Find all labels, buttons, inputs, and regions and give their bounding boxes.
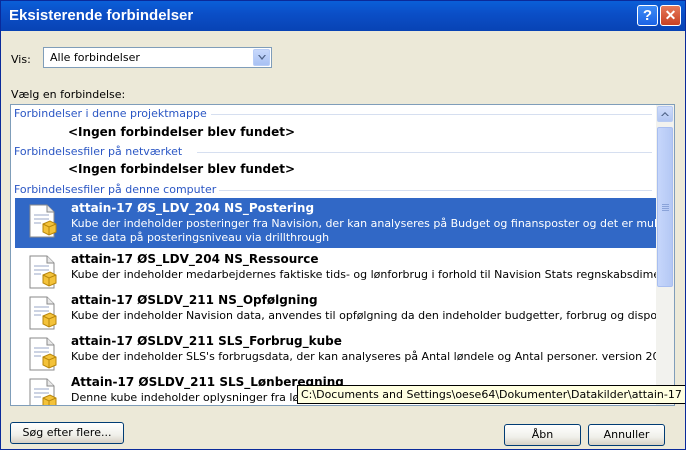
help-icon: ? [642, 7, 653, 24]
close-button[interactable]: ✕ [660, 5, 681, 26]
group-divider [219, 190, 652, 191]
cube-file-icon [29, 255, 57, 289]
path-tooltip: C:\Documents and Settings\oese64\Dokumen… [297, 385, 685, 404]
chevron-down-icon [258, 55, 266, 60]
group-header-workbook: Forbindelser i denne projektmappe [14, 107, 207, 120]
group-divider [211, 114, 652, 115]
connection-item[interactable]: attain-17 ØSLDV_211 SLS_Forbrug_kube Kub… [15, 331, 656, 371]
help-button[interactable]: ? [637, 5, 658, 26]
empty-message-workbook: <Ingen forbindelser blev fundet> [68, 125, 296, 139]
choose-connection-label: Vælg en forbindelse: [11, 88, 126, 101]
connection-name: attain-17 ØS_LDV_204 NS_Ressource [71, 252, 319, 266]
search-more-button[interactable]: Søg efter flere... [10, 422, 124, 444]
empty-message-network: <Ingen forbindelser blev fundet> [68, 162, 296, 176]
connection-description: Kube der indeholder Navision data, anven… [71, 309, 656, 322]
cube-file-icon [29, 337, 57, 371]
title-bar[interactable]: Eksisterende forbindelser ? ✕ [1, 1, 685, 31]
connection-item[interactable]: attain-17 ØS_LDV_204 NS_Ressource Kube d… [15, 249, 656, 289]
connection-description: Kube der indeholder SLS's forbrugsdata, … [71, 350, 656, 363]
connection-name: attain-17 ØSLDV_211 SLS_Forbrug_kube [71, 334, 342, 348]
connection-description: Kube der indeholder medarbejdernes fakti… [71, 268, 656, 281]
connection-name: attain-17 ØSLDV_211 NS_Opfølgning [71, 293, 318, 307]
connection-filter-value: Alle forbindelser [50, 51, 140, 64]
connection-item[interactable]: attain-17 ØSLDV_211 NS_Opfølgning Kube d… [15, 290, 656, 330]
close-icon: ✕ [664, 7, 677, 23]
connection-item[interactable]: attain-17 ØS_LDV_204 NS_Postering Kube d… [15, 198, 656, 248]
connection-list[interactable]: Forbindelser i denne projektmappe <Ingen… [10, 104, 675, 406]
group-header-computer: Forbindelsesfiler på denne computer [14, 183, 217, 196]
vis-label: Vis: [11, 53, 31, 66]
group-divider [197, 152, 652, 153]
description-line: at se data på posteringsniveau via drill… [71, 231, 330, 244]
cube-file-icon [29, 296, 57, 330]
connection-name: attain-17 ØS_LDV_204 NS_Postering [71, 201, 315, 215]
vertical-scrollbar[interactable] [656, 105, 674, 405]
cancel-button[interactable]: Annuller [588, 424, 665, 446]
group-header-network: Forbindelsesfiler på netværket [14, 145, 183, 158]
connection-description: Kube der indeholder posteringer fra Navi… [71, 217, 656, 245]
description-line: Kube der indeholder posteringer fra Navi… [71, 217, 656, 230]
scroll-up-button[interactable] [657, 106, 673, 122]
chevron-up-icon [661, 112, 669, 116]
dialog-window: Eksisterende forbindelser ? ✕ Vis: Alle … [0, 0, 686, 450]
open-button[interactable]: Åbn [504, 424, 581, 446]
dropdown-button[interactable] [253, 49, 270, 66]
scroll-thumb[interactable] [657, 127, 673, 287]
connection-filter-select[interactable]: Alle forbindelser [43, 47, 272, 68]
cube-file-icon [29, 204, 57, 238]
dialog-title: Eksisterende forbindelser [9, 7, 194, 24]
cube-file-icon [29, 378, 57, 405]
